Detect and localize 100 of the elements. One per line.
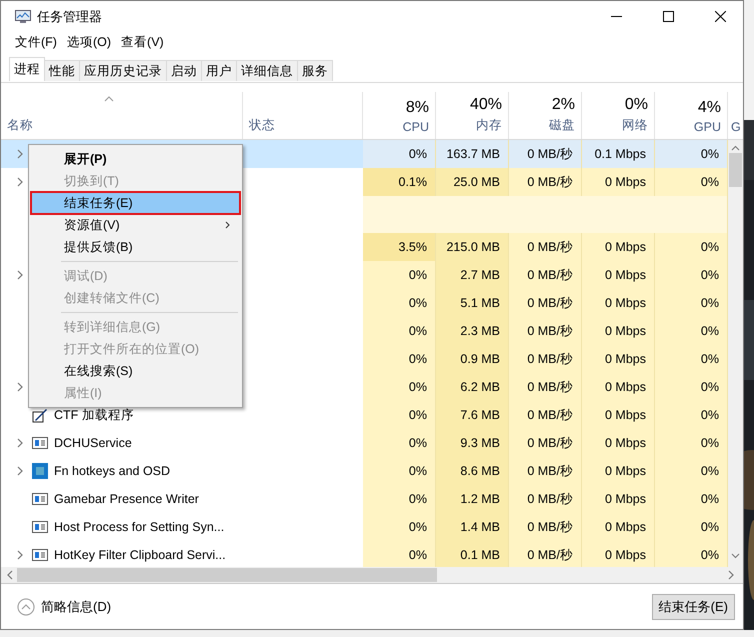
column-header[interactable]: 内存 (476, 117, 502, 134)
table-cell: 2.3 MB (436, 317, 509, 345)
process-name: DCHUService (54, 436, 132, 450)
table-cell: 0% (363, 401, 436, 429)
table-cell: 1.2 MB (436, 485, 509, 513)
table-cell: 0 MB/秒 (509, 541, 582, 567)
scroll-down-icon[interactable] (731, 553, 740, 559)
table-cell: 0 Mbps (582, 485, 655, 513)
table-cell: 7.6 MB (436, 401, 509, 429)
table-cell: 0 MB/秒 (509, 373, 582, 401)
table-cell: 8.6 MB (436, 457, 509, 485)
table-cell: 0 Mbps (582, 233, 655, 261)
scroll-up-icon[interactable] (731, 145, 740, 151)
window-icon (32, 492, 48, 506)
table-cell: 0% (655, 429, 728, 457)
table-cell: 0% (655, 345, 728, 373)
column-usage: 8% (406, 99, 429, 117)
tab[interactable]: 性能 (44, 60, 80, 81)
table-cell: 0 MB/秒 (509, 140, 582, 168)
table-cell: 0.1 MB (436, 541, 509, 567)
table-cell: 0 Mbps (582, 345, 655, 373)
table-cell: 0% (363, 289, 436, 317)
table-cell: 9.3 MB (436, 429, 509, 457)
collapse-circle-icon (17, 598, 35, 616)
fewer-details-link[interactable]: 简略信息(D) (17, 598, 112, 616)
column-header[interactable]: 状态 (249, 117, 275, 134)
table-cell: 0 MB/秒 (509, 345, 582, 373)
process-name: HotKey Filter Clipboard Servi... (54, 548, 226, 562)
column-header[interactable]: 网络 (622, 117, 648, 134)
table-cell: 0 MB/秒 (509, 485, 582, 513)
table-cell: 0 Mbps (582, 373, 655, 401)
end-task-button[interactable]: 结束任务(E) (652, 594, 735, 620)
table-cell: 0% (363, 513, 436, 541)
tab[interactable]: 详细信息 (236, 60, 298, 81)
tab[interactable]: 服务 (297, 60, 333, 81)
column-usage: 2% (552, 96, 575, 114)
table-cell: 0% (655, 261, 728, 289)
table-cell: 0% (655, 401, 728, 429)
table-cell: 1.4 MB (436, 513, 509, 541)
scroll-thumb[interactable] (729, 153, 742, 187)
column-usage: 0% (624, 96, 648, 114)
menu-item[interactable]: 提供反馈(B) (31, 236, 240, 258)
table-cell: 0 MB/秒 (509, 457, 582, 485)
table-cell: 0% (655, 541, 728, 567)
menu-item[interactable]: 在线搜索(S) (31, 360, 240, 382)
tab[interactable]: 用户 (201, 60, 237, 81)
minimize-icon (610, 16, 622, 18)
menu-item[interactable]: 展开(P) (31, 148, 240, 170)
menu-item[interactable]: 文件(F) (15, 34, 57, 50)
menu-item[interactable]: 选项(O) (66, 34, 112, 50)
window-icon (32, 436, 48, 450)
table-cell: 2.7 MB (436, 261, 509, 289)
table-cell: 6.2 MB (436, 373, 509, 401)
table-cell: 0% (655, 373, 728, 401)
table-cell: 0% (363, 345, 436, 373)
menu-item[interactable]: 查看(V) (121, 34, 164, 50)
table-cell: 0 MB/秒 (509, 233, 582, 261)
table-cell: 0.1% (363, 168, 436, 196)
column-header[interactable]: CPU (402, 120, 429, 134)
process-name: Fn hotkeys and OSD (54, 464, 170, 478)
table-cell: 0 MB/秒 (509, 317, 582, 345)
table-cell: 0% (655, 168, 728, 196)
monitor-icon (15, 10, 31, 24)
table-cell: 0 MB/秒 (509, 429, 582, 457)
table-cell: 0 Mbps (582, 317, 655, 345)
table-cell: 0% (363, 373, 436, 401)
table-cell: 0% (655, 317, 728, 345)
column-header[interactable]: G (731, 120, 741, 134)
menu-item[interactable]: 结束任务(E) (31, 192, 240, 214)
table-cell: 0% (655, 485, 728, 513)
menu-item[interactable]: 资源值(V) (31, 214, 240, 236)
table-cell: 0 MB/秒 (509, 168, 582, 196)
table-cell: 0 Mbps (582, 168, 655, 196)
table-cell: 0% (363, 261, 436, 289)
table-cell: 0 Mbps (582, 429, 655, 457)
app-icon (32, 463, 48, 479)
maximize-icon (662, 11, 674, 22)
pen-icon (32, 407, 48, 423)
table-cell: 0% (363, 541, 436, 567)
scroll-thumb[interactable] (17, 568, 437, 582)
table-cell: 0.1 Mbps (582, 140, 655, 168)
close-icon (714, 11, 726, 22)
sort-caret-icon[interactable] (104, 96, 114, 102)
column-header[interactable]: 名称 (7, 117, 33, 134)
column-usage: 40% (470, 96, 502, 114)
table-cell: 0 Mbps (582, 541, 655, 567)
tab[interactable]: 启动 (166, 60, 202, 81)
process-name: Host Process for Setting Syn... (54, 520, 224, 534)
column-header[interactable]: 磁盘 (549, 117, 575, 134)
window-title: 任务管理器 (37, 8, 103, 26)
column-header[interactable]: GPU (694, 120, 721, 134)
table-cell: 5.1 MB (436, 289, 509, 317)
table-cell: 0% (363, 317, 436, 345)
tab[interactable]: 进程 (9, 57, 45, 81)
chevron-right-icon[interactable] (728, 570, 734, 580)
chevron-left-icon[interactable] (6, 570, 12, 580)
window-icon (32, 520, 48, 534)
tab[interactable]: 应用历史记录 (79, 60, 167, 81)
table-cell: 0% (655, 457, 728, 485)
table-cell: 0.9 MB (436, 345, 509, 373)
